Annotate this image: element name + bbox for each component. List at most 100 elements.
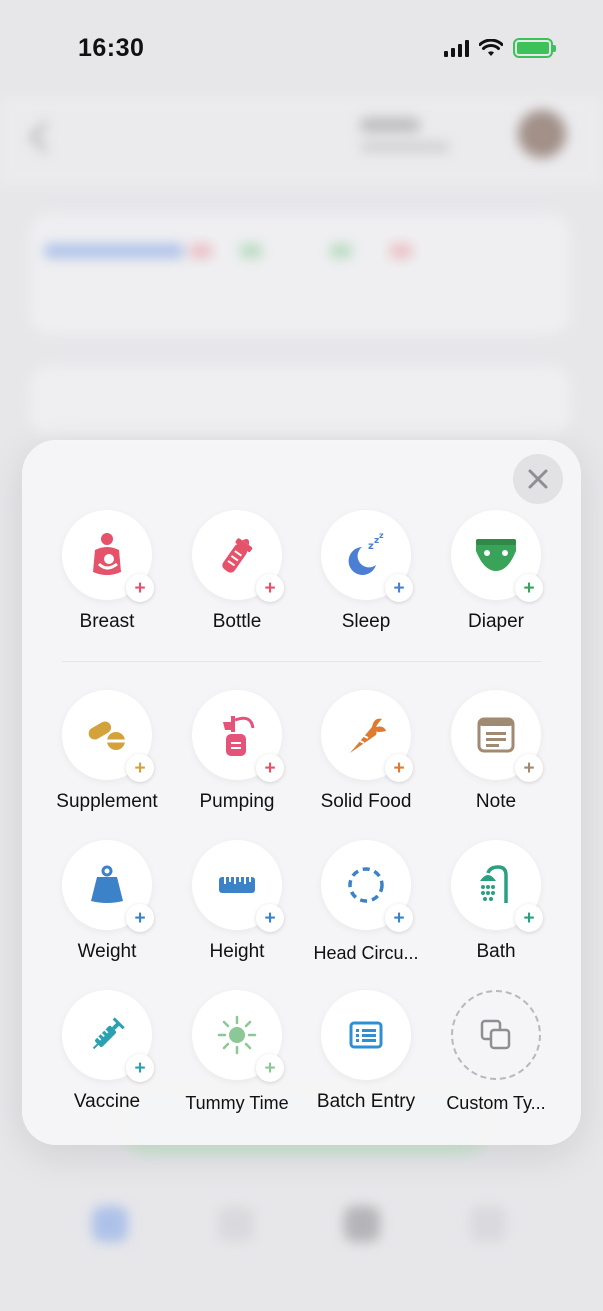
add-plus-icon: + (385, 574, 413, 602)
tile-label: Supplement (56, 791, 158, 812)
tile-bottle[interactable]: + Bottle (172, 510, 302, 640)
tile-label: Weight (77, 941, 137, 962)
background-header (0, 96, 603, 186)
wifi-icon (479, 39, 503, 56)
tile-label: Batch Entry (316, 1091, 416, 1112)
tile-solid-food[interactable]: + Solid Food (301, 690, 431, 820)
tile-label: Height (209, 941, 265, 962)
list-icon (349, 1021, 383, 1049)
plus-glyph: + (264, 1057, 276, 1079)
tile-bath[interactable]: + Bath (431, 840, 561, 970)
add-plus-icon: + (256, 574, 284, 602)
tile-label: Pumping (199, 791, 275, 812)
weight-icon (91, 865, 123, 903)
add-plus-icon: + (126, 754, 154, 782)
add-plus-icon: + (256, 904, 284, 932)
tile-label: Tummy Time (185, 1093, 289, 1113)
timeline-bar (390, 244, 412, 258)
battery-charging-icon (513, 38, 556, 58)
breastfeeding-icon (93, 533, 121, 575)
svg-text:z: z (379, 533, 384, 540)
status-icons (444, 38, 556, 58)
tab-icon (218, 1206, 254, 1242)
tile-label: Solid Food (320, 791, 412, 812)
status-bar: 16:30 (0, 0, 603, 96)
custom-type-circle (451, 990, 541, 1080)
timeline-bar (330, 244, 352, 258)
tab-icon (344, 1206, 380, 1242)
tile-label: Sleep (341, 611, 391, 632)
tile-pumping[interactable]: + Pumping (172, 690, 302, 820)
add-plus-icon: + (126, 1054, 154, 1082)
pills-icon (88, 721, 125, 750)
plus-glyph: + (134, 577, 146, 599)
plus-glyph: + (523, 757, 535, 779)
timeline-bar (44, 244, 184, 258)
tile-label: Vaccine (73, 1091, 141, 1112)
add-plus-icon: + (385, 754, 413, 782)
diaper-icon (476, 539, 516, 571)
background-timeline-card (30, 214, 570, 334)
head-circle-icon (348, 867, 384, 903)
tile-label: Bath (476, 941, 516, 962)
tile-label: Breast (79, 611, 135, 632)
cellular-signal-icon (444, 39, 469, 57)
tile-breast[interactable]: + Breast (42, 510, 172, 640)
avatar (518, 110, 566, 158)
tile-note[interactable]: + Note (431, 690, 561, 820)
background-subtitle (360, 142, 450, 152)
tile-label: Custom Ty... (446, 1093, 546, 1113)
add-plus-icon: + (126, 904, 154, 932)
note-icon (477, 717, 515, 753)
tile-tummy-time[interactable]: + Tummy Time (172, 990, 302, 1120)
ruler-icon (219, 877, 255, 893)
baby-bottle-icon (222, 538, 253, 573)
tile-supplement[interactable]: + Supplement (42, 690, 172, 820)
add-plus-icon: + (256, 1054, 284, 1082)
close-icon (528, 469, 548, 489)
tile-label: Head Circu... (313, 943, 419, 963)
plus-glyph: + (393, 577, 405, 599)
plus-glyph: + (393, 907, 405, 929)
plus-glyph: + (523, 577, 535, 599)
close-button[interactable] (513, 454, 563, 504)
add-plus-icon: + (256, 754, 284, 782)
background-title (360, 118, 420, 132)
breast-pump-icon (223, 716, 255, 756)
plus-glyph: + (134, 757, 146, 779)
tile-height[interactable]: + Height (172, 840, 302, 970)
copy-squares-icon (480, 1019, 511, 1050)
plus-glyph: + (393, 757, 405, 779)
sun-icon (217, 1015, 257, 1055)
plus-glyph: + (264, 577, 276, 599)
plus-glyph: + (523, 907, 535, 929)
tile-head-circumference[interactable]: + Head Circu... (301, 840, 431, 970)
timeline-bar (240, 244, 262, 258)
divider (62, 661, 541, 662)
tile-diaper[interactable]: + Diaper (431, 510, 561, 640)
tab-icon (470, 1206, 506, 1242)
quick-add-panel: + Breast + Bottle z z z + Sleep + Diaper… (22, 440, 581, 1145)
plus-glyph: + (134, 1057, 146, 1079)
tile-sleep[interactable]: z z z + Sleep (301, 510, 431, 640)
shower-icon (480, 865, 508, 903)
tile-label: Bottle (212, 611, 262, 632)
add-plus-icon: + (126, 574, 154, 602)
plus-glyph: + (264, 757, 276, 779)
tile-batch-entry[interactable]: Batch Entry (301, 990, 431, 1120)
back-arrow-icon (29, 121, 61, 153)
batch-entry-circle (321, 990, 411, 1080)
tile-label: Note (475, 791, 517, 812)
moon-sleep-icon: z z z (348, 533, 384, 575)
tile-custom-type[interactable]: Custom Ty... (431, 990, 561, 1120)
background-summary-card (30, 366, 570, 436)
carrot-icon (350, 718, 386, 753)
plus-glyph: + (264, 907, 276, 929)
tile-vaccine[interactable]: + Vaccine (42, 990, 172, 1120)
timeline-bar (190, 244, 212, 258)
tile-weight[interactable]: + Weight (42, 840, 172, 970)
add-plus-icon: + (515, 754, 543, 782)
status-time: 16:30 (78, 34, 145, 62)
tile-label: Diaper (468, 611, 524, 632)
add-plus-icon: + (515, 904, 543, 932)
